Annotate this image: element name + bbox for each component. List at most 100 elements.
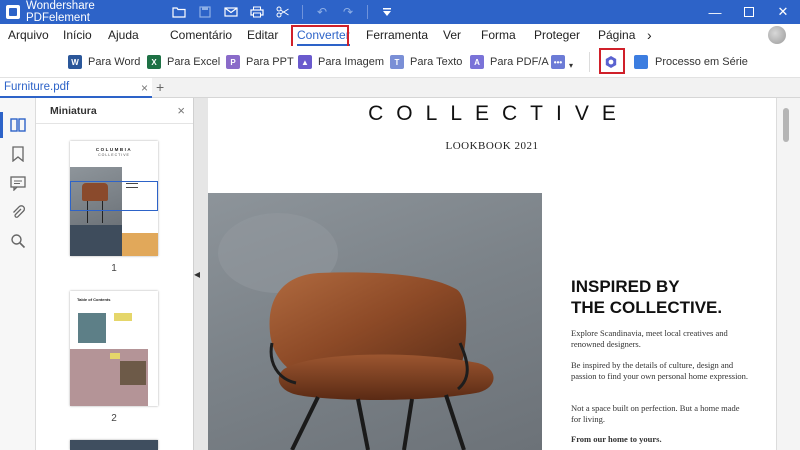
save-icon[interactable]: [192, 0, 218, 24]
to-excel-label: Para Excel: [167, 56, 221, 68]
thumb1-orange-block: [122, 233, 158, 256]
toolbar-divider: [367, 5, 368, 19]
print-icon[interactable]: [244, 0, 270, 24]
thumb2-yellow-tag: [114, 313, 132, 321]
tab-close-icon[interactable]: ×: [141, 81, 148, 95]
to-ppt-button[interactable]: P Para PPT: [226, 53, 294, 71]
thumb2-yellow-tag-2: [110, 353, 120, 359]
word-file-icon: W: [68, 55, 82, 69]
chevron-down-icon: ▾: [569, 60, 574, 70]
document-tab-label: Furniture.pdf: [4, 81, 70, 93]
thumb1-viewport-frame: [70, 181, 158, 211]
thumb-page-number-2: 2: [111, 413, 117, 424]
menu-editar[interactable]: Editar: [247, 24, 278, 46]
to-word-label: Para Word: [88, 56, 141, 68]
attachment-icon[interactable]: [8, 202, 28, 222]
document-tab[interactable]: Furniture.pdf ×: [0, 78, 152, 98]
quick-access-dropdown-icon[interactable]: [374, 0, 400, 24]
to-pdfa-button[interactable]: A Para PDF/A: [470, 53, 549, 71]
menu-ferramenta[interactable]: Ferramenta: [366, 24, 428, 46]
undo-icon[interactable]: ↶: [309, 0, 335, 24]
new-tab-plus-icon[interactable]: +: [156, 79, 164, 95]
document-tab-bar: Furniture.pdf × +: [0, 78, 800, 98]
pdfelement-logo-icon: [6, 5, 20, 19]
headline-line-2: THE COLLECTIVE.: [571, 298, 723, 317]
to-excel-button[interactable]: X Para Excel: [147, 53, 220, 71]
page-thumbnail-3[interactable]: [70, 440, 158, 450]
avatar[interactable]: [768, 26, 786, 44]
excel-file-icon: X: [147, 55, 161, 69]
panel-close-icon[interactable]: ×: [177, 103, 185, 118]
thumb2-photo-b: [120, 361, 146, 385]
page-heading: COLLECTIVE: [368, 102, 629, 125]
menu-ver[interactable]: Ver: [443, 24, 461, 46]
minimize-icon[interactable]: —: [698, 0, 732, 24]
thumb-page-number-1: 1: [111, 263, 117, 274]
batch-process-icon: [634, 55, 648, 69]
chair-illustration: [218, 213, 494, 450]
headline: INSPIRED BY THE COLLECTIVE.: [571, 276, 722, 318]
menu-ajuda[interactable]: Ajuda: [108, 24, 139, 46]
toolbar-divider: [302, 5, 303, 19]
ribbon-divider: [589, 52, 590, 72]
comment-icon[interactable]: [8, 173, 28, 193]
scrollbar-thumb[interactable]: [783, 108, 789, 142]
settings-highlight-box: [599, 48, 625, 74]
page-thumbnail-2[interactable]: Table of Contents: [70, 291, 158, 406]
active-rail-indicator: [0, 112, 3, 138]
thumb1-sub: COLLECTIVE: [98, 153, 130, 157]
paragraph-2: Be inspired by the details of culture, d…: [571, 360, 749, 381]
menu-arquivo[interactable]: Arquivo: [8, 24, 49, 46]
image-file-icon: ▲: [298, 55, 312, 69]
to-image-label: Para Imagem: [318, 56, 385, 68]
thumbnail-panel-icon[interactable]: [8, 115, 28, 135]
thumbnail-panel: Miniatura × COLUMBIA COLLECTIVE ▬▬▬▬ ▬▬▬▬…: [36, 98, 194, 450]
ppt-file-icon: P: [226, 55, 240, 69]
close-icon[interactable]: ✕: [766, 0, 800, 24]
app-title: Wondershare PDFelement: [26, 0, 95, 24]
maximize-icon[interactable]: [732, 0, 766, 24]
menu-proteger[interactable]: Proteger: [534, 24, 580, 46]
menu-more-chevron-icon[interactable]: ›: [647, 24, 652, 46]
mail-icon[interactable]: [218, 0, 244, 24]
convert-ribbon: W Para Word X Para Excel P Para PPT ▲ Pa…: [0, 46, 800, 78]
more-formats-icon: •••: [551, 55, 565, 69]
bookmark-icon[interactable]: [8, 144, 28, 164]
to-ppt-label: Para PPT: [246, 56, 294, 68]
title-bar: Wondershare PDFelement ↶ ↷ — ✕: [0, 0, 800, 24]
folder-icon[interactable]: [166, 0, 192, 24]
to-text-button[interactable]: T Para Texto: [390, 53, 462, 71]
menu-forma[interactable]: Forma: [481, 24, 516, 46]
document-view[interactable]: COLLECTIVE LOOKBOOK 2021 INSPIRED BY THE…: [200, 98, 776, 450]
left-sidebar-rail: [0, 98, 36, 450]
panel-title: Miniatura: [50, 104, 97, 117]
scissors-icon[interactable]: [270, 0, 296, 24]
to-word-button[interactable]: W Para Word: [68, 53, 140, 71]
thumb1-brand: COLUMBIA: [95, 147, 133, 152]
batch-process-label: Processo em Série: [655, 56, 748, 68]
thumb2-photo-a: [78, 313, 106, 343]
paragraph-3: Not a space built on perfection. But a h…: [571, 403, 740, 424]
batch-process-button[interactable]: Processo em Série: [634, 53, 748, 71]
more-formats-dropdown[interactable]: ••• ▾: [551, 53, 573, 71]
paragraph-1: Explore Scandinavia, meet local creative…: [571, 328, 728, 349]
to-text-label: Para Texto: [410, 56, 463, 68]
to-pdfa-label: Para PDF/A: [490, 56, 549, 68]
chair-photo: [208, 193, 542, 450]
thumb2-heading: Table of Contents: [77, 297, 111, 302]
vertical-scrollbar[interactable]: [776, 98, 800, 450]
menu-inicio[interactable]: Início: [63, 24, 92, 46]
headline-line-1: INSPIRED BY: [571, 277, 680, 296]
to-image-button[interactable]: ▲ Para Imagem: [298, 53, 384, 71]
page-thumbnail-1[interactable]: COLUMBIA COLLECTIVE ▬▬▬▬ ▬▬▬▬: [70, 141, 158, 256]
search-icon[interactable]: [8, 231, 28, 251]
menu-comentario[interactable]: Comentário: [170, 24, 232, 46]
menu-pagina[interactable]: Página: [598, 24, 635, 46]
redo-icon[interactable]: ↷: [335, 0, 361, 24]
pdf-page: COLLECTIVE LOOKBOOK 2021 INSPIRED BY THE…: [208, 98, 776, 450]
paragraph-4: From our home to yours.: [571, 434, 662, 444]
page-subheading: LOOKBOOK 2021: [445, 140, 539, 152]
menu-bar: Arquivo Início Ajuda Comentário Editar C…: [0, 24, 800, 46]
pdfa-file-icon: A: [470, 55, 484, 69]
thumb1-dark-block: [70, 225, 122, 256]
